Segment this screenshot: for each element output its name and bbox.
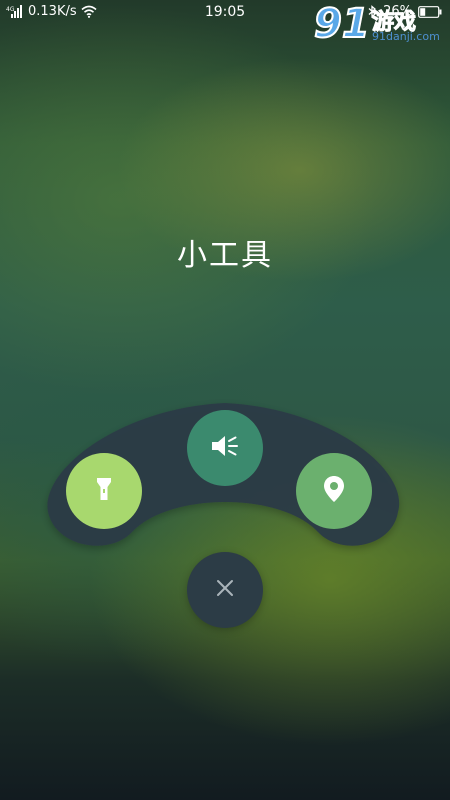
close-icon xyxy=(216,579,234,601)
flashlight-button[interactable] xyxy=(66,453,142,529)
watermark-number: 91 xyxy=(313,1,371,47)
watermark-url: 91danji.com xyxy=(372,30,440,43)
flashlight-icon xyxy=(94,476,114,506)
close-button[interactable] xyxy=(187,552,263,628)
watermark-logo: 91 游戏 91danji.com xyxy=(313,1,446,48)
speaker-icon xyxy=(210,433,240,463)
location-button[interactable] xyxy=(296,453,372,529)
tool-tray xyxy=(47,403,400,546)
location-pin-icon xyxy=(323,475,345,507)
page-title: 小工具 xyxy=(177,238,273,273)
sound-button[interactable] xyxy=(187,410,263,486)
